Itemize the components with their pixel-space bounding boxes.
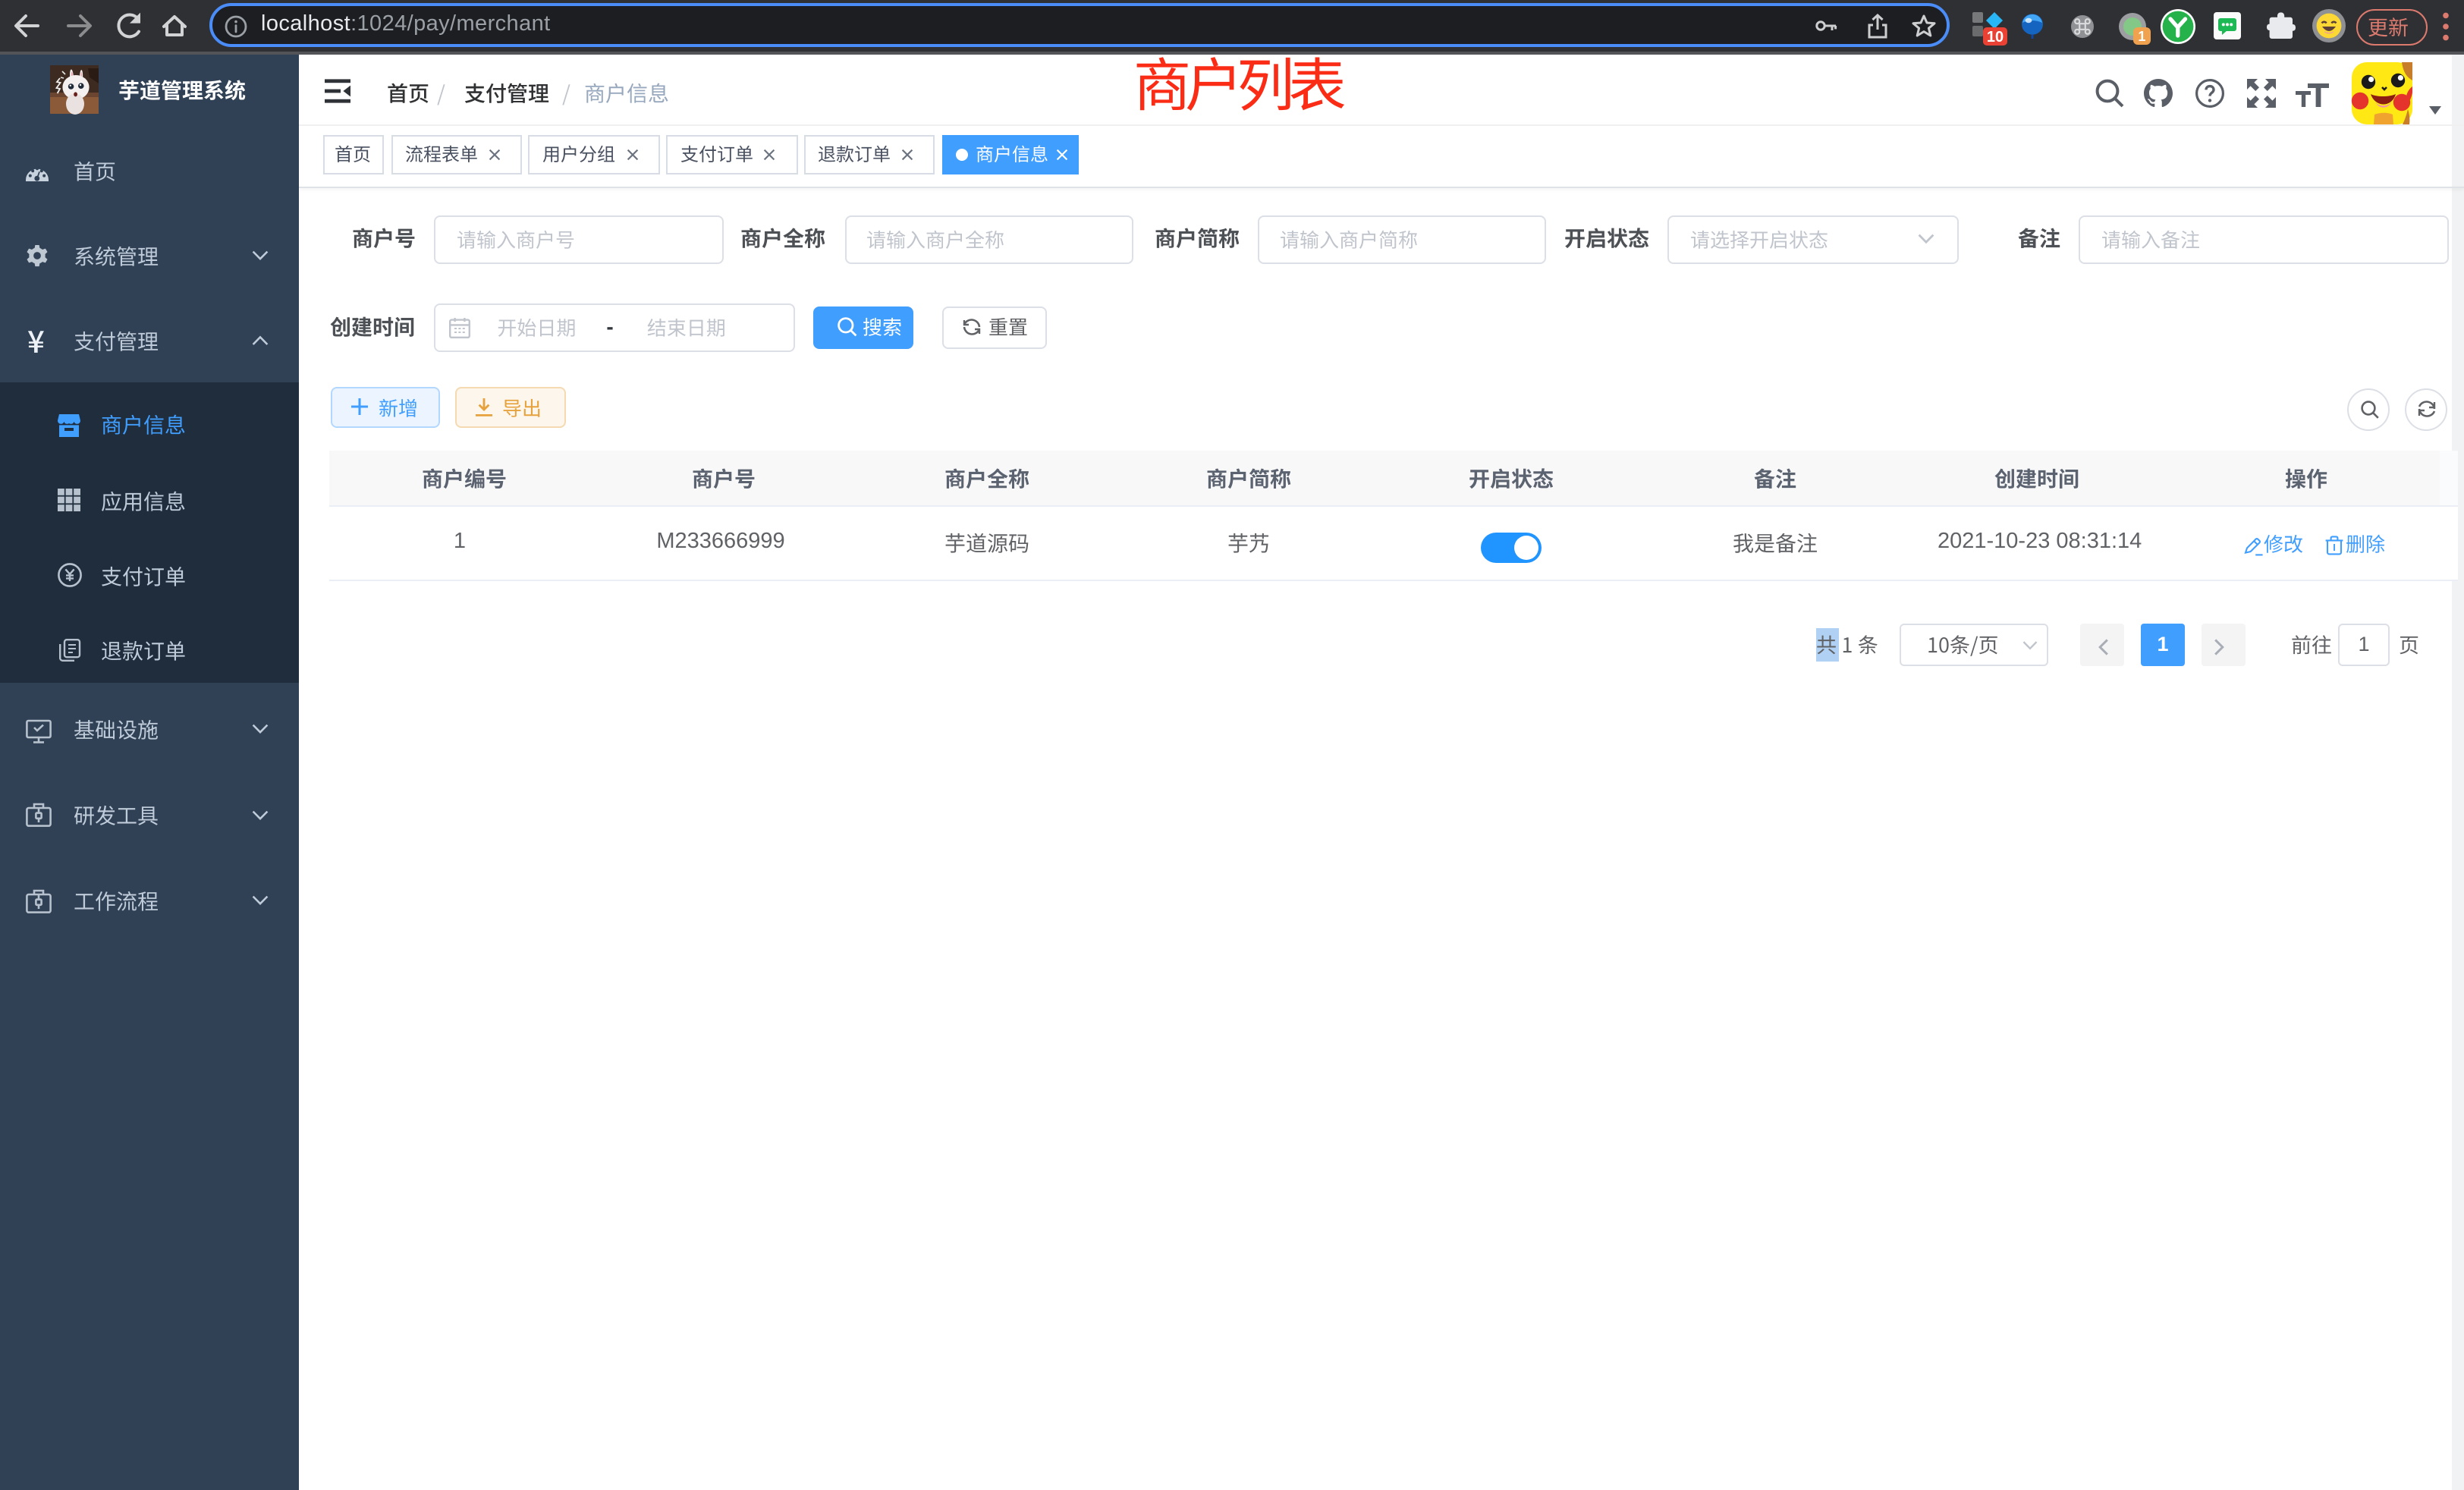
svg-text:10: 10 — [1987, 29, 2004, 46]
svg-text:1: 1 — [2138, 29, 2145, 44]
